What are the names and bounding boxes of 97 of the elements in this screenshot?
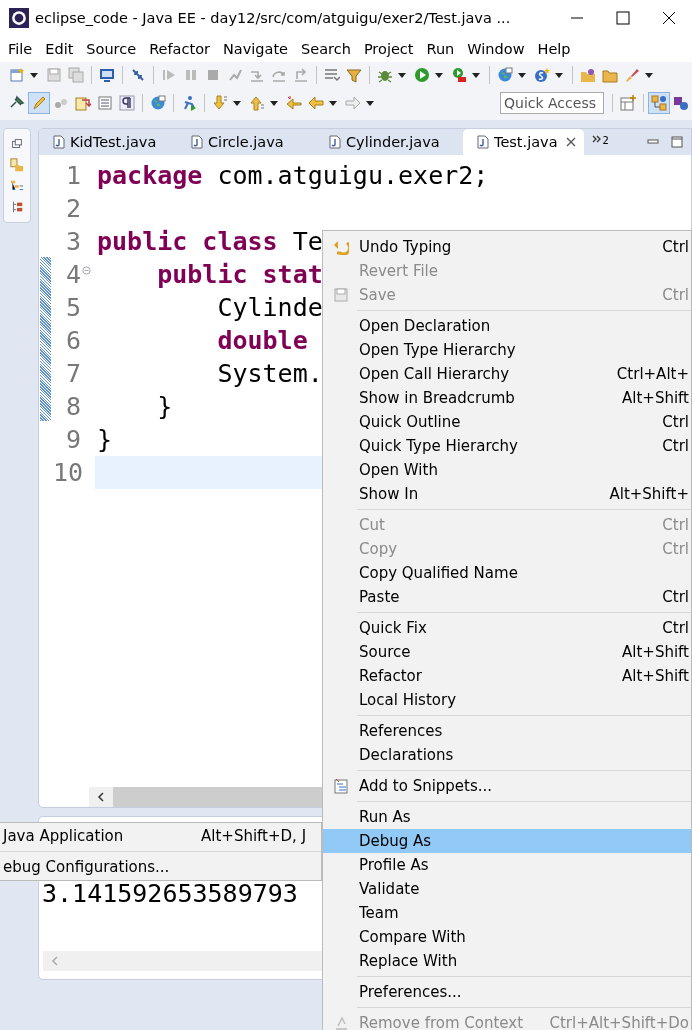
menu-item[interactable]: Quick Fix Ctrl	[323, 616, 691, 640]
menu-item[interactable]: Source	[86, 41, 137, 57]
code-line: public stat	[156, 260, 323, 289]
package-explorer-icon[interactable]	[10, 158, 24, 172]
menu-item[interactable]: Navigate	[223, 41, 289, 57]
menu-item[interactable]: Paste Ctrl	[323, 585, 691, 609]
close-icon[interactable]	[661, 10, 677, 26]
menu-item[interactable]: Run	[426, 41, 455, 57]
java-file-icon	[477, 135, 489, 149]
java-file-icon	[329, 135, 341, 149]
snippet-icon	[333, 778, 349, 794]
menu-item[interactable]: Undo Typing Ctrl	[323, 235, 691, 259]
line-number: 1	[64, 161, 81, 190]
menu-item[interactable]: Compare With	[323, 925, 691, 949]
menu-item[interactable]: Replace With	[323, 949, 691, 973]
menu-item[interactable]: Refactor Alt+Shift	[323, 664, 691, 688]
line-number: 3	[64, 227, 81, 256]
restore-icon[interactable]	[10, 137, 24, 151]
menu-item[interactable]: Open Type Hierarchy	[323, 338, 691, 362]
caret-icon[interactable]	[270, 100, 278, 106]
undo-icon	[333, 239, 349, 255]
caret-icon[interactable]	[329, 100, 337, 106]
java-ee-icon[interactable]	[648, 92, 670, 114]
code-line: double	[216, 326, 308, 355]
code-line: public class Te	[97, 227, 323, 256]
editor-tab[interactable]: Test.java	[463, 129, 584, 155]
caret-icon[interactable]	[435, 72, 443, 78]
menu-item[interactable]: Open Declaration	[323, 314, 691, 338]
line-number: 8	[64, 392, 81, 421]
maximize-icon[interactable]	[615, 10, 631, 26]
line-number: 2	[64, 194, 81, 223]
code-line: System.	[216, 359, 323, 388]
menu-item[interactable]: Search	[301, 41, 351, 57]
java-file-icon	[191, 135, 203, 149]
more-tabs-button[interactable]: 2	[583, 129, 615, 155]
chevron-icon	[591, 135, 602, 143]
code-line: }	[97, 425, 113, 454]
caret-icon[interactable]	[233, 100, 241, 106]
menu-item[interactable]: Project	[363, 41, 414, 57]
scroll-left-icon[interactable]	[89, 787, 113, 807]
menu-item[interactable]: Profile As	[323, 853, 691, 877]
editor-tab[interactable]: Cylinder.java	[315, 129, 463, 155]
outline-icon[interactable]	[10, 200, 24, 214]
menu-item[interactable]: File	[8, 41, 33, 57]
line-number: 6	[64, 326, 81, 355]
caret-icon[interactable]	[555, 72, 563, 78]
menu-item[interactable]: Validate	[323, 877, 691, 901]
menu-item[interactable]: Quick Type Hierarchy Ctrl	[323, 434, 691, 458]
quick-access-field[interactable]: Quick Access	[500, 92, 604, 114]
menu-item[interactable]: Preferences...	[323, 980, 691, 1004]
line-number: 4	[64, 260, 81, 289]
caret-icon[interactable]	[518, 72, 526, 78]
hierarchy-icon[interactable]	[10, 179, 24, 193]
code-line: Cylinde	[216, 293, 323, 322]
caret-icon[interactable]	[366, 100, 374, 106]
menu-item[interactable]: Open With	[323, 458, 691, 482]
line-number: 7	[64, 359, 81, 388]
menu-item[interactable]: Quick Outline Ctrl	[323, 410, 691, 434]
menu-item[interactable]: Copy Qualified Name	[323, 561, 691, 585]
menu-item[interactable]: Debug As	[323, 829, 691, 853]
console-output: 3.141592653589793	[42, 879, 298, 908]
pilcrow-icon[interactable]	[116, 92, 138, 114]
menu-item[interactable]: Declarations	[323, 743, 691, 767]
menu-item[interactable]: References	[323, 719, 691, 743]
menu-item[interactable]: Run As	[323, 805, 691, 829]
line-number: 5	[64, 293, 81, 322]
close-icon[interactable]	[565, 137, 576, 147]
menu-item[interactable]: Java Application Alt+Shift+D, J	[0, 824, 321, 848]
caret-icon[interactable]	[645, 72, 653, 78]
app-icon	[9, 8, 29, 28]
menu-item[interactable]: Team	[323, 901, 691, 925]
menu-item[interactable]: Help	[537, 41, 571, 57]
caret-icon[interactable]	[472, 72, 480, 78]
menu-item[interactable]: Show In Alt+Shift+	[323, 482, 691, 506]
menu-item[interactable]: Window	[467, 41, 525, 57]
menu-item[interactable]: Source Alt+Shift	[323, 640, 691, 664]
menu-item[interactable]: Refactor	[149, 41, 210, 57]
line-number: 9	[64, 425, 81, 454]
line-number: 10	[53, 458, 81, 487]
menu-item[interactable]: Add to Snippets...	[323, 774, 691, 798]
window-title: eclipse_code - Java EE - day12/src/com/atguigu/exer2/Test.java ...	[35, 10, 512, 26]
menu-item[interactable]: Local History	[323, 688, 691, 712]
editor-tab[interactable]: KidTest.java	[39, 129, 177, 155]
code-line: }	[156, 392, 173, 421]
menu-item[interactable]: ebug Configurations...	[0, 855, 321, 879]
open-perspective-icon[interactable]	[617, 92, 639, 114]
caret-icon[interactable]	[398, 72, 406, 78]
editor-tab[interactable]: Circle.java	[177, 129, 315, 155]
code-line: package com.atguigu.exer2;	[97, 161, 489, 190]
save-icon	[333, 287, 349, 303]
menu-item[interactable]: Edit	[45, 41, 74, 57]
menu-item[interactable]: Show in Breadcrumb Alt+Shift	[323, 386, 691, 410]
fold-icon[interactable]	[82, 266, 91, 275]
caret-icon[interactable]	[30, 72, 38, 78]
maximize-icon[interactable]	[671, 136, 683, 148]
java-file-icon	[53, 135, 65, 149]
menu-item[interactable]: Open Call Hierarchy Ctrl+Alt+	[323, 362, 691, 386]
